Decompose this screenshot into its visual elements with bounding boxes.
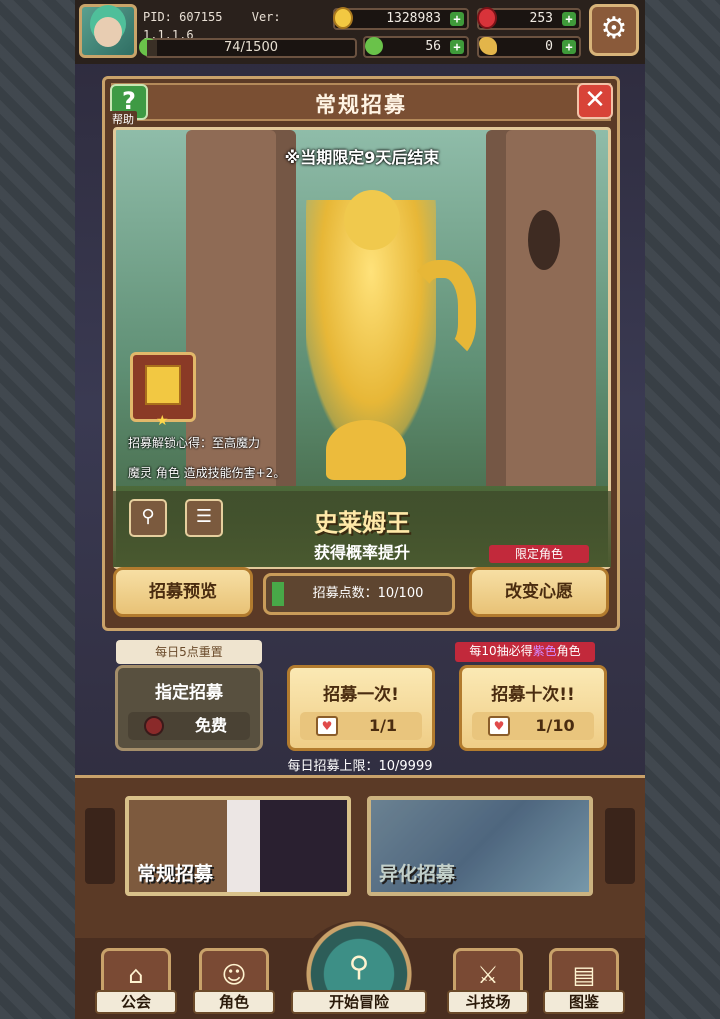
banner-selector-panel: 常规招募 异化招募 xyxy=(75,775,645,938)
settings-button[interactable]: ⚙ xyxy=(589,4,639,56)
limited-time-notice: ※当期限定9天后结束 xyxy=(284,148,440,167)
gem-counter: 253 + xyxy=(477,7,581,30)
ticket-icon: ♥ xyxy=(488,716,510,736)
gem-value: 253 xyxy=(529,11,553,26)
recruit-once-cost-row: ♥ 1/1 xyxy=(300,712,422,740)
recruit-points-label: 招募点数：10/100 xyxy=(312,586,424,601)
red-gem-icon xyxy=(477,7,497,29)
guarantee-suffix: 角色 xyxy=(556,644,581,658)
guarantee-prefix: 每10抽必得 xyxy=(469,644,533,658)
designated-cost: 免费 xyxy=(194,716,227,735)
game-screen: PID: 607155 Ver: 1.1.1.6 1328983 + 253 +… xyxy=(75,0,645,1019)
close-button[interactable]: ✕ xyxy=(577,83,613,119)
designated-recruit-title: 指定招募 xyxy=(155,683,223,703)
slime-king-sprite xyxy=(326,420,406,480)
daily-reset-tag: 每日5点重置 xyxy=(116,640,262,664)
horn-icon xyxy=(479,37,497,55)
book-codex-icon: ▤ xyxy=(572,961,596,989)
tree-hollow xyxy=(528,210,560,270)
recruit-ten-button[interactable]: 招募十次!! ♥ 1/10 xyxy=(459,665,607,751)
normal-recruit-card-label: 常规招募 xyxy=(137,863,214,885)
tree-left xyxy=(186,130,296,510)
nav-arena-label: 斗技场 xyxy=(447,990,529,1014)
change-wish-button[interactable]: 改变心愿 xyxy=(469,567,609,617)
designated-recruit-button[interactable]: 指定招募 免费 xyxy=(115,665,263,751)
recruit-ten-title: 招募十次!! xyxy=(491,685,575,705)
normal-recruit-card[interactable]: 常规招募 xyxy=(125,796,351,896)
exp-value: 74/1500 xyxy=(223,40,278,55)
recruit-once-cost: 1/1 xyxy=(368,716,398,735)
top-status-bar: PID: 607155 Ver: 1.1.1.6 1328983 + 253 +… xyxy=(75,0,645,64)
add-gold-button[interactable]: + xyxy=(450,12,464,26)
nav-adventure-label: 开始冒险 xyxy=(291,990,427,1014)
nav-guild-label: 公会 xyxy=(95,990,177,1014)
guarantee-color-word: 紫色 xyxy=(532,644,557,658)
dialog-title-bar: 常规招募 xyxy=(111,83,611,121)
gold-coin-icon xyxy=(333,7,353,29)
unlock-title: 招募解锁心得：至高魔力 xyxy=(128,436,261,450)
unlock-description: 魔灵 角色 造成技能伤害+2。 xyxy=(128,466,286,480)
guarantee-tag: 每10抽必得紫色角色 xyxy=(455,642,595,662)
close-icon: ✕ xyxy=(584,85,606,115)
green-clover-icon xyxy=(365,37,383,55)
tree-right xyxy=(486,130,596,510)
daily-recruit-limit: 每日招募上限：10/9999 xyxy=(287,759,433,774)
guild-house-icon: ⌂ xyxy=(128,961,144,989)
player-avatar[interactable] xyxy=(79,4,137,58)
add-clover-button[interactable]: + xyxy=(450,40,464,54)
gear-icon: ⚙ xyxy=(600,11,628,46)
pid-version-row: PID: 607155 Ver: 1.1.1.6 xyxy=(143,8,333,42)
unlock-badge[interactable]: ★ xyxy=(130,352,196,429)
red-orb-icon xyxy=(144,716,164,736)
compass-magnifier-icon: ⚲ xyxy=(348,950,370,983)
special-recruit-card-label: 异化招募 xyxy=(379,863,456,885)
help-label: 帮助 xyxy=(109,111,137,127)
character-name: 史莱姆王 xyxy=(314,509,410,537)
nav-character-label: 角色 xyxy=(193,990,275,1014)
recruit-ten-cost-row: ♥ 1/10 xyxy=(472,712,594,740)
recruit-ten-cost: 1/10 xyxy=(535,716,575,735)
book-icon xyxy=(145,365,181,405)
statue-head xyxy=(344,190,400,250)
star-icon: ★ xyxy=(156,413,169,429)
recruit-preview-button[interactable]: 招募预览 xyxy=(113,567,253,617)
character-face-icon: ☺ xyxy=(221,961,247,989)
recruit-dialog: 常规招募 ? 帮助 ✕ ※当期限定9天后结束 ★ 招募解锁心得：至高魔力 魔灵 … xyxy=(102,76,620,631)
limited-character-tag: 限定角色 xyxy=(489,545,589,563)
exp-bar: 74/1500 xyxy=(139,38,357,58)
designated-cost-row: 免费 xyxy=(128,712,250,740)
avatar-face xyxy=(94,17,122,47)
ticket-icon: ♥ xyxy=(316,716,338,736)
pid-label: PID: 607155 xyxy=(143,10,223,24)
right-border-pattern xyxy=(645,0,720,1019)
gold-counter: 1328983 + xyxy=(333,7,469,30)
add-gem-button[interactable]: + xyxy=(562,12,576,26)
left-border-pattern xyxy=(0,0,75,1019)
right-arrow-slot[interactable] xyxy=(605,808,635,884)
dialog-title: 常规招募 xyxy=(315,93,407,117)
recruit-points-bar: 招募点数：10/100 xyxy=(263,573,455,615)
clover-counter: 56 + xyxy=(363,36,469,58)
left-arrow-slot[interactable] xyxy=(85,808,115,884)
recruit-once-button[interactable]: 招募一次! ♥ 1/1 xyxy=(287,665,435,751)
nav-codex-label: 图鉴 xyxy=(543,990,625,1014)
horn-value: 0 xyxy=(545,39,553,54)
add-horn-button[interactable]: + xyxy=(562,40,576,54)
clover-value: 56 xyxy=(425,39,441,54)
gold-value: 1328983 xyxy=(386,11,441,26)
special-recruit-card[interactable]: 异化招募 xyxy=(367,796,593,896)
points-fill xyxy=(272,582,284,606)
crossed-swords-icon: ⚔ xyxy=(477,961,499,989)
recruit-once-title: 招募一次! xyxy=(323,685,399,705)
horn-counter: 0 + xyxy=(477,36,581,58)
